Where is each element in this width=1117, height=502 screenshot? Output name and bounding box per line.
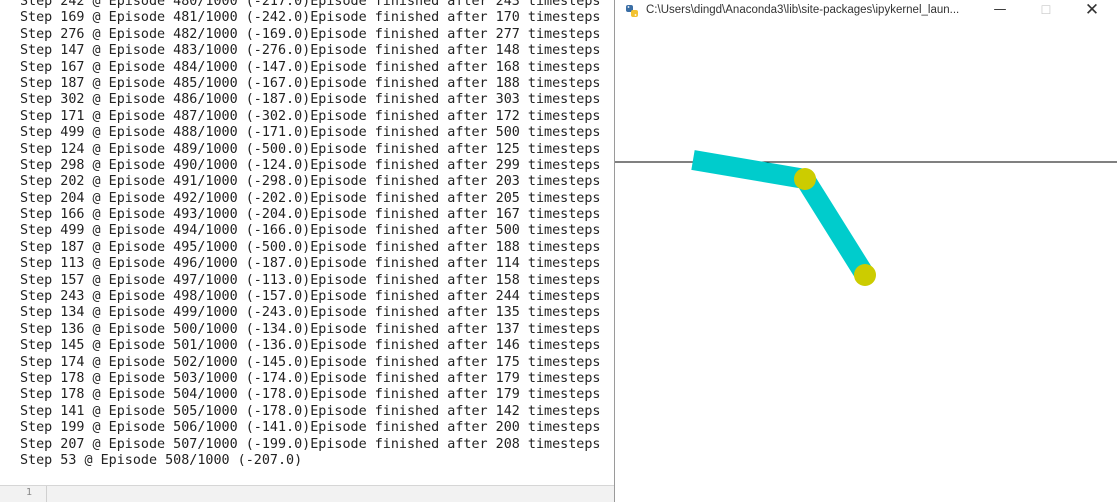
log-line: Step 302 @ Episode 486/1000 (-187.0)Epis…: [20, 92, 601, 108]
log-line: Step 124 @ Episode 489/1000 (-500.0)Epis…: [20, 141, 601, 157]
acrobot-canvas: [615, 150, 1117, 286]
render-window[interactable]: C:\Users\dingd\Anaconda3\lib\site-packag…: [614, 0, 1117, 502]
log-line: Step 166 @ Episode 493/1000 (-204.0)Epis…: [20, 207, 601, 223]
acrobot-tip: [854, 264, 876, 286]
log-line: Step 145 @ Episode 501/1000 (-136.0)Epis…: [20, 338, 601, 354]
log-line: Step 136 @ Episode 500/1000 (-134.0)Epis…: [20, 321, 601, 337]
log-line: Step 178 @ Episode 503/1000 (-174.0)Epis…: [20, 370, 601, 386]
log-line: Step 187 @ Episode 495/1000 (-500.0)Epis…: [20, 239, 601, 255]
gutter-divider: [46, 486, 47, 502]
log-line: Step 167 @ Episode 484/1000 (-147.0)Epis…: [20, 59, 601, 75]
close-icon: ✕: [1084, 0, 1100, 20]
log-line: Step 174 @ Episode 502/1000 (-145.0)Epis…: [20, 354, 601, 370]
line-number: 1: [26, 487, 33, 498]
log-line: Step 187 @ Episode 485/1000 (-167.0)Epis…: [20, 75, 601, 91]
log-line: Step 134 @ Episode 499/1000 (-243.0)Epis…: [20, 305, 601, 321]
maximize-button[interactable]: ☐: [1023, 0, 1069, 22]
log-line: Step 113 @ Episode 496/1000 (-187.0)Epis…: [20, 256, 601, 272]
log-line: Step 169 @ Episode 481/1000 (-242.0)Epis…: [20, 10, 601, 26]
log-line: Step 53 @ Episode 508/1000 (-207.0): [20, 452, 303, 468]
acrobot-link-2: [796, 173, 874, 281]
minimize-icon: —: [993, 2, 1007, 17]
console-output: Step 242 @ Episode 480/1000 (-217.0)Epis…: [0, 0, 614, 502]
log-line: Step 207 @ Episode 507/1000 (-199.0)Epis…: [20, 436, 601, 452]
log-line: Step 171 @ Episode 487/1000 (-302.0)Epis…: [20, 108, 601, 124]
editor-gutter: 1: [0, 485, 614, 502]
close-button[interactable]: ✕: [1069, 0, 1115, 22]
log-line: Step 147 @ Episode 483/1000 (-276.0)Epis…: [20, 43, 601, 59]
log-line: Step 202 @ Episode 491/1000 (-298.0)Epis…: [20, 174, 601, 190]
log-line: Step 157 @ Episode 497/1000 (-113.0)Epis…: [20, 272, 601, 288]
window-titlebar[interactable]: C:\Users\dingd\Anaconda3\lib\site-packag…: [615, 0, 1117, 22]
python-icon: [624, 3, 640, 19]
log-line: Step 243 @ Episode 498/1000 (-157.0)Epis…: [20, 289, 601, 305]
acrobot-link-1: [691, 150, 807, 189]
log-line: Step 178 @ Episode 504/1000 (-178.0)Epis…: [20, 387, 601, 403]
log-line: Step 499 @ Episode 488/1000 (-171.0)Epis…: [20, 125, 601, 141]
log-line: Step 204 @ Episode 492/1000 (-202.0)Epis…: [20, 190, 601, 206]
minimize-button[interactable]: —: [977, 0, 1023, 22]
log-line: Step 242 @ Episode 480/1000 (-217.0)Epis…: [20, 0, 601, 9]
log-line: Step 141 @ Episode 505/1000 (-178.0)Epis…: [20, 403, 601, 419]
window-title: C:\Users\dingd\Anaconda3\lib\site-packag…: [646, 4, 960, 16]
maximize-icon: ☐: [1040, 3, 1052, 17]
acrobot-joint: [794, 168, 816, 190]
log-line: Step 276 @ Episode 482/1000 (-169.0)Epis…: [20, 26, 601, 42]
log-line: Step 199 @ Episode 506/1000 (-141.0)Epis…: [20, 420, 601, 436]
log-line: Step 298 @ Episode 490/1000 (-124.0)Epis…: [20, 157, 601, 173]
log-line: Step 499 @ Episode 494/1000 (-166.0)Epis…: [20, 223, 601, 239]
console-log: Step 242 @ Episode 480/1000 (-217.0)Epis…: [20, 0, 600, 469]
